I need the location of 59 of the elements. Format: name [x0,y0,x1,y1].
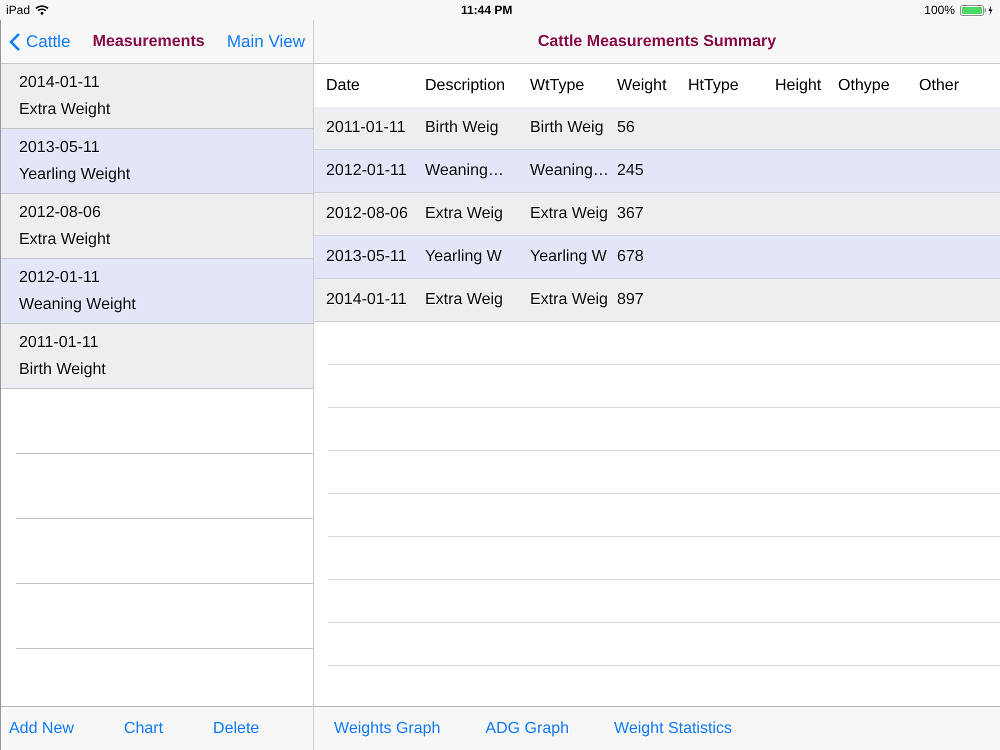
item-date: 2012-01-11 [19,268,101,286]
table-cell-text: 2014-01-11 [326,291,408,309]
list-item[interactable]: 2012-01-11 Weaning Weight [1,259,313,324]
item-date: 2011-01-11 [19,334,100,352]
toolbar-button[interactable]: Chart [124,720,164,738]
column-header: Other [919,76,960,94]
toolbar-button[interactable]: Add New [9,720,74,738]
column-header: WtType [530,76,586,94]
table-cell-text: 367 [617,205,645,223]
item-label: Birth Weight [19,360,107,378]
toolbar-button[interactable]: Delete [213,720,260,738]
table-cell-text: 245 [617,162,645,180]
toolbar-button[interactable]: Weight Statistics [614,720,732,738]
toolbar-button[interactable]: ADG Graph [485,720,570,738]
column-header: Date [326,76,361,94]
table-cell-text: 56 [617,119,636,137]
column-header: HtType [688,76,740,94]
table-cell-text: Birth Weig [425,119,500,137]
column-header: Description [425,76,506,94]
table-cell-text: Yearling W [530,248,608,266]
status-time: 11:44 PM [460,3,512,17]
battery-percent: 100% [924,3,955,17]
table-cell-text: 2012-08-06 [326,205,409,223]
table-cell-text: 678 [617,248,645,266]
toolbar-button[interactable]: Weights Graph [334,720,440,738]
item-date: 2012-08-06 [19,204,102,222]
column-header: Height [775,76,822,94]
list-item[interactable]: 2012-08-06 Extra Weight [1,194,313,259]
nav-title: Measurements [92,32,205,50]
table-cell-text: Extra Weig [425,205,504,223]
main-view-button[interactable]: Main View [226,32,305,52]
item-label: Extra Weight [19,100,112,118]
item-label: Yearling Weight [19,166,132,184]
table-cell-text: Extra Weig [530,205,609,223]
table-cell-text: Weaning… [425,162,505,180]
table-cell-text: 897 [617,291,645,309]
table-cell-text: 2013-05-11 [326,248,408,266]
item-label: Weaning Weight [19,296,137,314]
battery-charging-icon [960,4,994,16]
item-date: 2014-01-11 [19,74,101,92]
back-button[interactable]: Cattle [9,32,70,52]
list-item[interactable]: 2013-05-11 Yearling Weight [1,129,313,194]
list-item[interactable]: 2011-01-11 Birth Weight [1,324,313,389]
device-name: iPad [6,3,30,17]
column-header: Weight [617,76,668,94]
table-cell-text: Extra Weig [530,291,609,309]
table-cell-text: Extra Weig [425,291,504,309]
item-label: Extra Weight [19,230,112,248]
table-cell-text: 2011-01-11 [326,119,406,137]
chevron-left-icon [9,32,21,52]
table-cell-text: Birth Weig [530,119,605,137]
nav-title: Cattle Measurements Summary [538,32,776,50]
table-cell-text: Yearling W [425,248,503,266]
table-cell-text: Weaning… [530,162,610,180]
item-date: 2013-05-11 [19,138,101,156]
table-cell-text: 2012-01-11 [326,162,408,180]
column-header: Othype [838,76,891,94]
wifi-icon [35,5,50,15]
list-item[interactable]: 2014-01-11 Extra Weight [1,64,313,129]
